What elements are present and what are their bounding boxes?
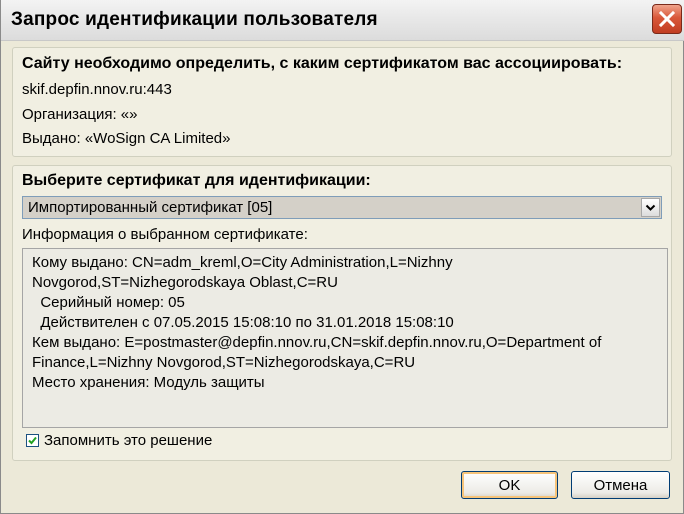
info-line: Кем выдано: E=postmaster@depfin.nnov.ru,… xyxy=(32,334,602,351)
close-button[interactable] xyxy=(652,4,682,34)
remember-label[interactable]: Запомнить это решение xyxy=(44,432,212,449)
site-info-group: Сайту необходимо определить, с каким сер… xyxy=(12,47,672,157)
chevron-down-icon xyxy=(645,204,656,211)
title-bar[interactable]: Запрос идентификации пользователя xyxy=(1,0,684,41)
site-issued-by: Выдано: «WoSign CA Limited» xyxy=(22,130,231,147)
info-line: Действителен с 07.05.2015 15:08:10 по 31… xyxy=(32,314,454,331)
certificate-select[interactable]: Импортированный сертификат [05] xyxy=(22,196,662,219)
certificate-info-label: Информация о выбранном сертификате: xyxy=(22,226,308,243)
dialog-title: Запрос идентификации пользователя xyxy=(11,9,378,30)
certificate-heading: Выберите сертификат для идентификации: xyxy=(22,172,371,189)
certificate-group: Выберите сертификат для идентификации: И… xyxy=(12,165,672,461)
remember-checkbox[interactable] xyxy=(26,434,39,447)
checkmark-icon xyxy=(28,436,37,445)
certificate-dialog: Запрос идентификации пользователя Сайту … xyxy=(0,0,684,514)
certificate-info-box[interactable]: Кому выдано: CN=adm_kreml,O=City Adminis… xyxy=(22,248,668,428)
certificate-select-value: Импортированный сертификат [05] xyxy=(28,199,273,216)
info-line: Finance,L=Nizhny Novgorod,ST=Nizhegorods… xyxy=(32,354,416,371)
cancel-button[interactable]: Отмена xyxy=(571,471,670,499)
site-organization: Организация: «» xyxy=(22,106,138,123)
info-line: Novgorod,ST=Nizhegorodskaya Oblast,C=RU xyxy=(32,274,338,291)
info-line: Кому выдано: CN=adm_kreml,O=City Adminis… xyxy=(32,254,453,271)
ok-button[interactable]: OK xyxy=(461,471,558,499)
close-icon xyxy=(658,10,676,28)
dropdown-button[interactable] xyxy=(641,198,660,217)
info-line: Серийный номер: 05 xyxy=(32,294,185,311)
info-line: Место хранения: Модуль защиты xyxy=(32,374,265,391)
site-host: skif.depfin.nnov.ru:443 xyxy=(22,81,172,98)
site-info-heading: Сайту необходимо определить, с каким сер… xyxy=(22,55,623,72)
